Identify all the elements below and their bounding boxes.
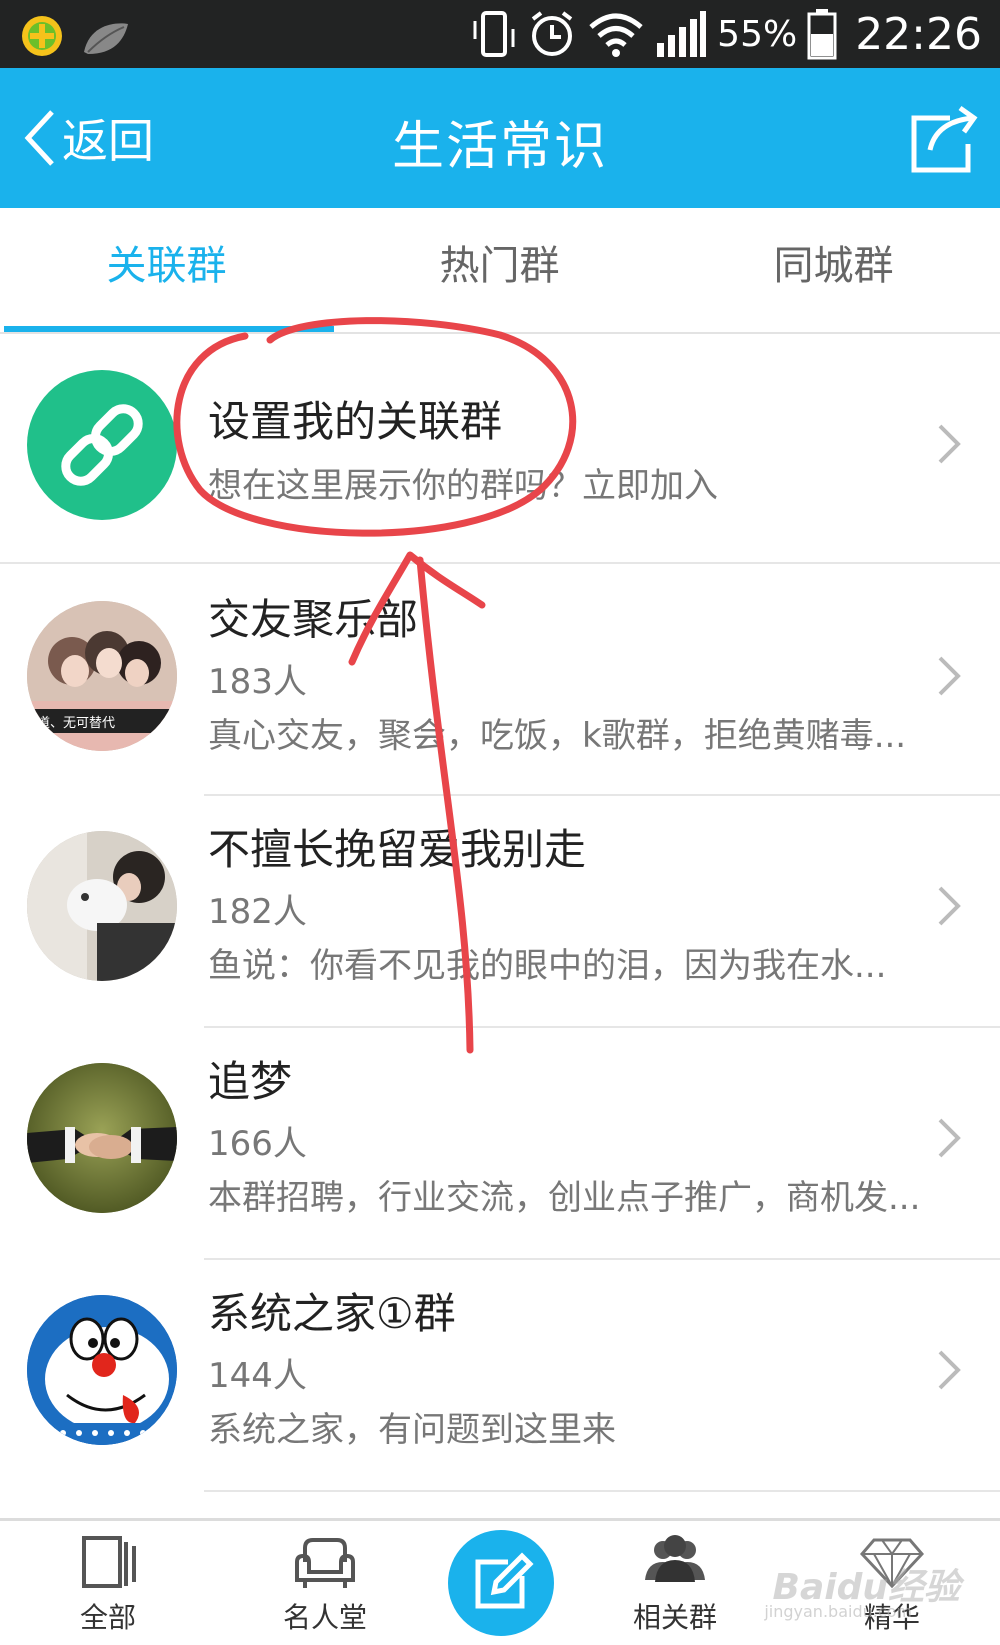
group-photo: 道、无可替代: [27, 601, 177, 751]
wifi-icon: [589, 13, 643, 57]
tab-local-groups[interactable]: 同城群: [667, 208, 1000, 334]
link-group-avatar: [27, 370, 177, 520]
people-icon: [645, 1535, 705, 1582]
group-member-count: 166人: [208, 1124, 307, 1164]
bottom-nav-border: [0, 1518, 1000, 1521]
group-member-count: 183人: [208, 662, 307, 702]
group-description: 系统之家，有问题到这里来: [208, 1410, 616, 1450]
group-description: 鱼说：你看不见我的眼中的泪，因为我在水...: [208, 946, 887, 986]
group-member-count: 182人: [208, 892, 307, 932]
group-description: 本群招聘，行业交流，创业点子推广，商机发...: [208, 1178, 921, 1218]
edit-icon: [475, 1552, 534, 1609]
status-bar: 55% 22:26: [0, 0, 1000, 68]
avatar-caption: 道、无可替代: [37, 716, 115, 731]
tab-hot-groups[interactable]: 热门群: [333, 208, 666, 334]
sofa-icon: [295, 1538, 355, 1588]
nav-hall-of-fame[interactable]: 名人堂: [265, 1532, 385, 1642]
group-name: 追梦: [208, 1057, 293, 1106]
group-list-item[interactable]: 道、无可替代 交友聚乐部 183人 真心交友，聚会，吃饭，k歌群，拒绝黄赌毒..…: [0, 564, 1000, 794]
group-name: 交友聚乐部: [208, 595, 419, 644]
compose-button[interactable]: [448, 1530, 554, 1636]
group-photo: [27, 1295, 177, 1445]
group-member-count: 144人: [208, 1356, 307, 1396]
group-list-item[interactable]: 系统之家①群 144人 系统之家，有问题到这里来: [0, 1260, 1000, 1490]
set-linked-group-item[interactable]: 设置我的关联群 想在这里展示你的群吗？立即加入: [0, 334, 1000, 562]
nav-label: 相关群: [632, 1601, 717, 1634]
nav-label: 名人堂: [282, 1601, 367, 1634]
battery-percent: 55%: [717, 13, 798, 55]
group-avatar: [27, 1063, 177, 1213]
group-avatar: 道、无可替代: [27, 601, 177, 751]
chevron-right-icon: [938, 656, 961, 696]
tab-bar: 关联群 热门群 同城群: [0, 208, 1000, 334]
link-group-title: 设置我的关联群: [208, 397, 503, 446]
status-indicators: 55% 22:26: [471, 6, 982, 62]
group-description: 真心交友，聚会，吃饭，k歌群，拒绝黄赌毒...: [208, 716, 907, 756]
leaf-icon: [84, 23, 128, 54]
chevron-right-icon: [938, 886, 961, 926]
link-icon: [61, 404, 143, 486]
title-bar: 返回 生活常识: [0, 68, 1000, 208]
battery-icon: [807, 9, 837, 60]
alarm-icon: [531, 11, 573, 56]
nav-label: 全部: [79, 1601, 136, 1634]
group-avatar: [27, 831, 177, 981]
link-group-subtitle: 想在这里展示你的群吗？立即加入: [208, 466, 718, 506]
chevron-right-icon: [938, 1118, 961, 1158]
group-list-item[interactable]: 不擅长挽留爱我别走 182人 鱼说：你看不见我的眼中的泪，因为我在水...: [0, 796, 1000, 1026]
baidu-watermark-url: jingyan.baidu.com: [764, 1602, 912, 1621]
group-photo: [27, 1063, 177, 1213]
nav-related-groups[interactable]: 相关群: [615, 1532, 735, 1642]
share-icon[interactable]: [906, 104, 982, 176]
clock: 22:26: [855, 8, 982, 60]
bottom-nav: 全部 名人堂 相关群 精华 Baidu经验 jingyan.baidu.com: [0, 1518, 1000, 1645]
group-photo: [27, 831, 177, 981]
panels-icon: [82, 1536, 136, 1588]
group-name: 系统之家①群: [208, 1289, 456, 1338]
security-app-icon: [22, 16, 62, 56]
chevron-right-icon: [938, 424, 961, 464]
vibrate-icon: [473, 11, 515, 57]
group-list-item[interactable]: 追梦 166人 本群招聘，行业交流，创业点子推广，商机发...: [0, 1028, 1000, 1258]
group-avatar: [27, 1295, 177, 1445]
tab-linked-groups[interactable]: 关联群: [0, 208, 333, 334]
page-title: 生活常识: [391, 117, 608, 177]
chevron-right-icon: [938, 1350, 961, 1390]
nav-all[interactable]: 全部: [48, 1532, 168, 1642]
divider: [204, 1490, 1000, 1492]
signal-icon: [657, 11, 707, 57]
group-name: 不擅长挽留爱我别走: [208, 825, 587, 874]
